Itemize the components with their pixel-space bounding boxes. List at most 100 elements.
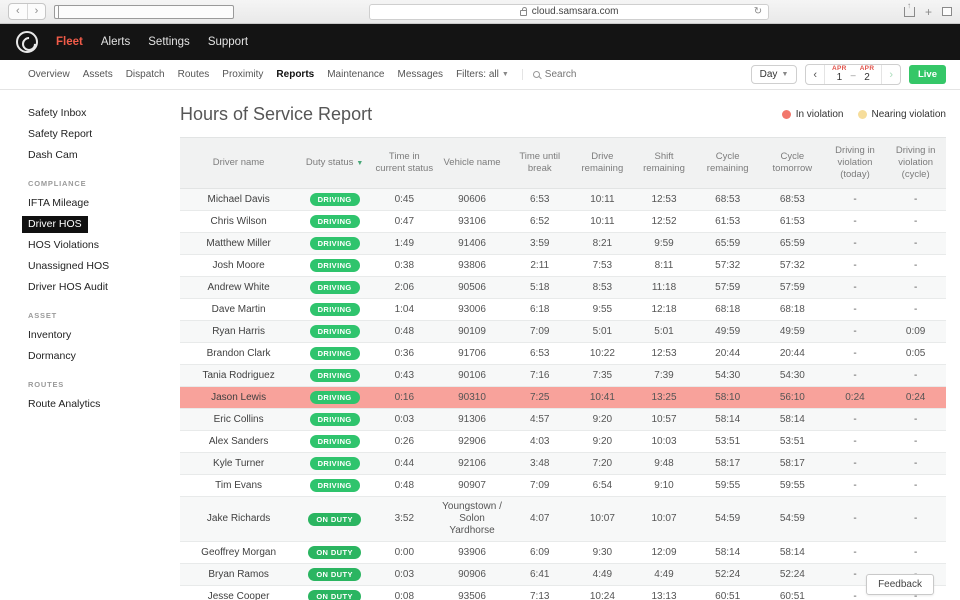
table-row[interactable]: Alex SandersDRIVING0:26929064:039:2010:0… <box>180 431 946 453</box>
feedback-button[interactable]: Feedback <box>866 574 934 595</box>
sidebar-item-dash-cam[interactable]: Dash Cam <box>28 144 180 165</box>
nav-buttons: ‹ › <box>8 3 46 20</box>
search-input[interactable] <box>545 69 655 80</box>
table-row[interactable]: Michael DavisDRIVING0:45906066:5310:1112… <box>180 189 946 211</box>
nav-item-settings[interactable]: Settings <box>148 36 190 48</box>
forward-icon[interactable]: › <box>27 4 46 19</box>
column-header-duty-status[interactable]: Duty status▼ <box>297 138 372 189</box>
reload-icon[interactable]: ↻ <box>754 6 762 17</box>
column-header-time-in-current-status[interactable]: Time in current status <box>372 138 437 189</box>
subnav-item-assets[interactable]: Assets <box>83 69 113 80</box>
column-header-driving-in-violation-cycle-[interactable]: Driving in violation (cycle) <box>885 138 946 189</box>
cell-driver: Josh Moore <box>180 255 297 277</box>
sidebar-item-driver-hos-audit[interactable]: Driver HOS Audit <box>28 276 180 297</box>
table-row[interactable]: Dave MartinDRIVING1:04930066:189:5512:18… <box>180 299 946 321</box>
subnav-item-messages[interactable]: Messages <box>397 69 443 80</box>
column-header-time-until-break[interactable]: Time until break <box>507 138 572 189</box>
cell-driver: Jason Lewis <box>180 387 297 409</box>
sidebar-item-ifta-mileage[interactable]: IFTA Mileage <box>28 192 180 213</box>
cell-violation-today: - <box>825 321 886 343</box>
table-row[interactable]: Ryan HarrisDRIVING0:48901097:095:015:014… <box>180 321 946 343</box>
table-row[interactable]: Andrew WhiteDRIVING2:06905065:188:5311:1… <box>180 277 946 299</box>
subnav-item-dispatch[interactable]: Dispatch <box>126 69 165 80</box>
column-header-shift-remaining[interactable]: Shift remaining <box>633 138 696 189</box>
subnav-item-proximity[interactable]: Proximity <box>222 69 263 80</box>
cell-violation-today: 0:24 <box>825 387 886 409</box>
cell-vehicle: 91406 <box>437 233 508 255</box>
nav-item-support[interactable]: Support <box>208 36 248 48</box>
sidebar-item-safety-report[interactable]: Safety Report <box>28 123 180 144</box>
sidebar-item-inventory[interactable]: Inventory <box>28 324 180 345</box>
sort-caret-icon[interactable]: ▼ <box>356 160 363 167</box>
column-header-driving-in-violation-today-[interactable]: Driving in violation (today) <box>825 138 886 189</box>
subnav-item-maintenance[interactable]: Maintenance <box>327 69 384 80</box>
end-day[interactable]: 2 <box>864 73 870 83</box>
chevron-left-icon[interactable]: ‹ <box>806 65 825 84</box>
table-row[interactable]: Jesse CooperON DUTY0:08935067:1310:2413:… <box>180 586 946 600</box>
column-header-drive-remaining[interactable]: Drive remaining <box>572 138 633 189</box>
cell-time-until-break: 4:57 <box>507 409 572 431</box>
table-row[interactable]: Eric CollinsDRIVING0:03913064:579:2010:5… <box>180 409 946 431</box>
share-icon[interactable] <box>904 7 915 17</box>
subnav-item-overview[interactable]: Overview <box>28 69 70 80</box>
live-button[interactable]: Live <box>909 65 946 84</box>
cell-time-until-break: 3:48 <box>507 453 572 475</box>
legend-dot-icon <box>858 110 867 119</box>
table-row[interactable]: Geoffrey MorganON DUTY0:00939066:099:301… <box>180 542 946 564</box>
sidebar-section-routes: ROUTES <box>28 380 180 389</box>
sidebar-item-dormancy[interactable]: Dormancy <box>28 345 180 366</box>
cell-violation-cycle: - <box>885 277 946 299</box>
cell-violation-today: - <box>825 299 886 321</box>
back-icon[interactable]: ‹ <box>9 4 27 19</box>
column-header-cycle-tomorrow[interactable]: Cycle tomorrow <box>760 138 825 189</box>
start-day[interactable]: 1 <box>837 73 843 83</box>
cell-cycle-remaining: 58:14 <box>695 409 760 431</box>
table-row[interactable]: Tania RodriguezDRIVING0:43901067:167:357… <box>180 365 946 387</box>
subnav-item-reports[interactable]: Reports <box>276 69 314 80</box>
duty-status-badge: DRIVING <box>310 347 360 360</box>
cell-time-in-status: 0:08 <box>372 586 437 600</box>
samsara-logo[interactable] <box>16 31 38 53</box>
nav-item-fleet[interactable]: Fleet <box>56 36 83 48</box>
column-header-cycle-remaining[interactable]: Cycle remaining <box>695 138 760 189</box>
table-row[interactable]: Matthew MillerDRIVING1:49914063:598:219:… <box>180 233 946 255</box>
column-header-vehicle-name[interactable]: Vehicle name <box>437 138 508 189</box>
cell-cycle-tomorrow: 65:59 <box>760 233 825 255</box>
table-row[interactable]: Bryan RamosON DUTY0:03909066:414:494:495… <box>180 564 946 586</box>
top-navbar: Fleet Alerts Settings Support <box>0 24 960 60</box>
sidebar-item-hos-violations[interactable]: HOS Violations <box>28 234 180 255</box>
table-row[interactable]: Kyle TurnerDRIVING0:44921063:487:209:485… <box>180 453 946 475</box>
table-row[interactable]: Brandon ClarkDRIVING0:36917066:5310:2212… <box>180 343 946 365</box>
sidebar-item-route-analytics[interactable]: Route Analytics <box>28 393 180 414</box>
column-header-driver-name[interactable]: Driver name <box>180 138 297 189</box>
url-text: cloud.samsara.com <box>532 6 619 17</box>
chevron-right-icon[interactable]: › <box>881 65 900 84</box>
cell-drive-remaining: 8:21 <box>572 233 633 255</box>
sidebar-item-safety-inbox[interactable]: Safety Inbox <box>28 102 180 123</box>
sidebar-toggle-icon[interactable] <box>54 5 234 19</box>
subnav-item-routes[interactable]: Routes <box>178 69 210 80</box>
duty-status-badge: DRIVING <box>310 215 360 228</box>
table-row[interactable]: Josh MooreDRIVING0:38938062:117:538:1157… <box>180 255 946 277</box>
day-dropdown[interactable]: Day▼ <box>751 65 798 84</box>
sidebar-item-unassigned-hos[interactable]: Unassigned HOS <box>28 255 180 276</box>
cell-violation-cycle: - <box>885 475 946 497</box>
nav-item-alerts[interactable]: Alerts <box>101 36 130 48</box>
cell-drive-remaining: 10:07 <box>572 497 633 542</box>
table-row[interactable]: Tim EvansDRIVING0:48909077:096:549:1059:… <box>180 475 946 497</box>
cell-cycle-tomorrow: 57:59 <box>760 277 825 299</box>
cell-drive-remaining: 5:01 <box>572 321 633 343</box>
cell-drive-remaining: 4:49 <box>572 564 633 586</box>
table-row[interactable]: Chris WilsonDRIVING0:47931066:5210:1112:… <box>180 211 946 233</box>
duty-status-badge: DRIVING <box>310 479 360 492</box>
filters-dropdown[interactable]: Filters: all▼ <box>456 69 509 80</box>
tab-overview-icon[interactable] <box>942 7 952 16</box>
new-tab-icon[interactable]: + <box>925 5 932 19</box>
cell-violation-today: - <box>825 542 886 564</box>
table-row[interactable]: Jason LewisDRIVING0:16903107:2510:4113:2… <box>180 387 946 409</box>
address-bar[interactable]: cloud.samsara.com ↻ <box>369 4 769 20</box>
cell-violation-today: - <box>825 189 886 211</box>
sidebar-item-driver-hos[interactable]: Driver HOS <box>28 213 180 234</box>
table-row[interactable]: Jake RichardsON DUTY3:52Youngstown / Sol… <box>180 497 946 542</box>
cell-vehicle: 91706 <box>437 343 508 365</box>
